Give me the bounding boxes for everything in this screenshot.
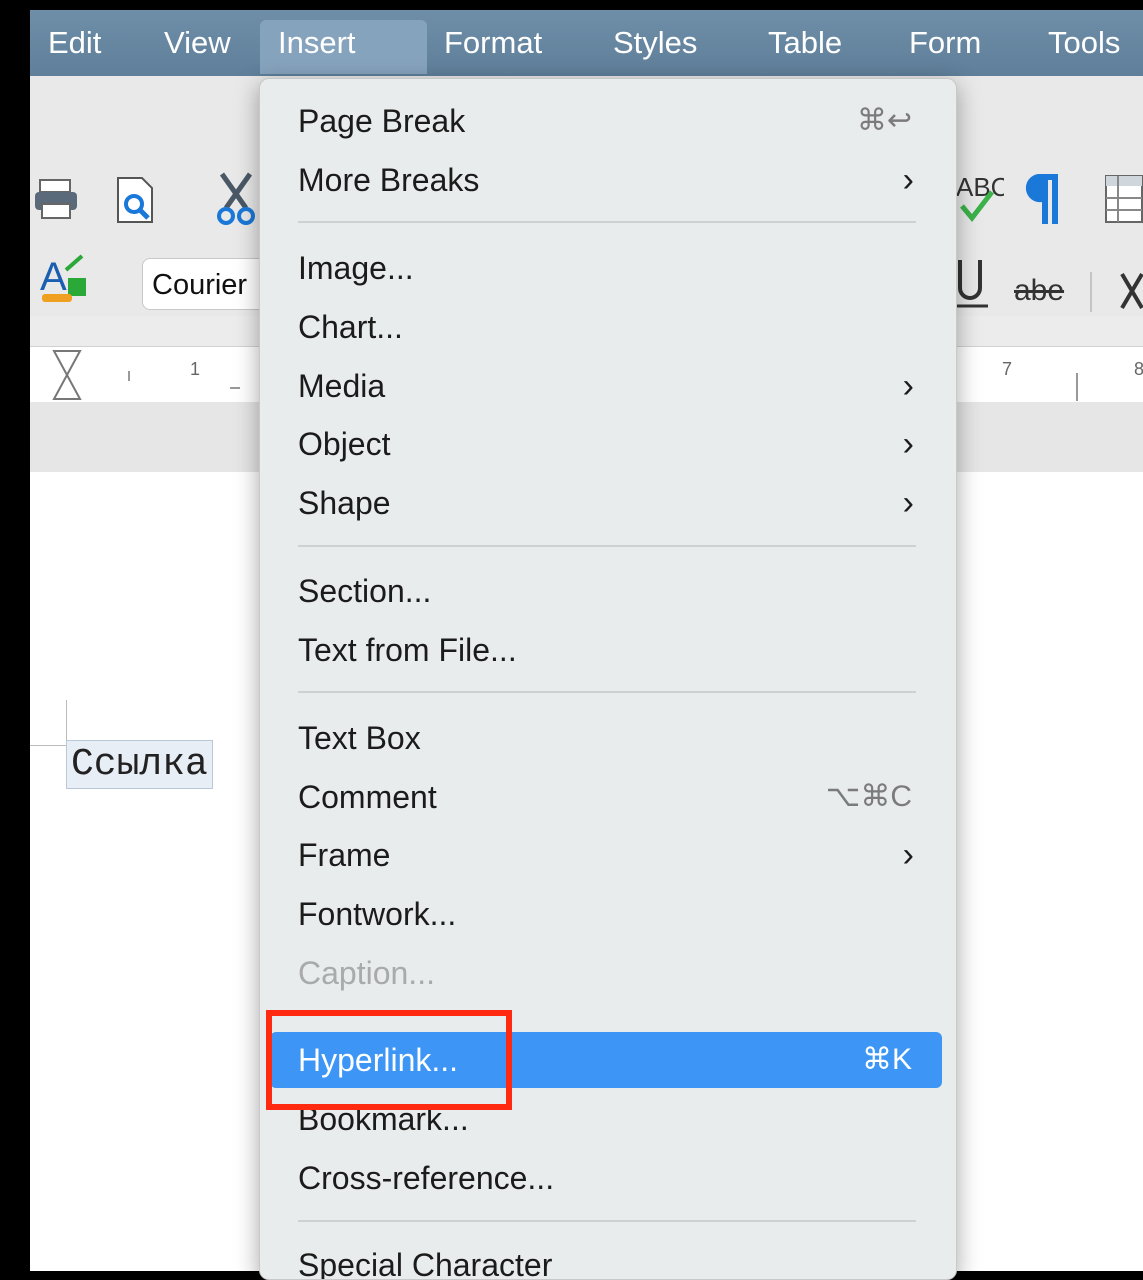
menu-item-fontwork[interactable]: Fontwork... <box>270 886 942 942</box>
toolbar-divider <box>1090 272 1092 312</box>
menu-item-special-character[interactable]: Special Character <box>270 1237 942 1280</box>
menu-item-label: Frame <box>298 837 391 873</box>
menu-item-label: Caption... <box>298 955 435 991</box>
menu-item-label: Comment <box>298 779 437 815</box>
ruler-tick <box>230 387 240 389</box>
menu-item-comment[interactable]: Comment ⌥⌘C <box>270 769 942 825</box>
menu-item-label: Text from File... <box>298 632 517 668</box>
menu-item-label: Chart... <box>298 309 403 345</box>
menu-item-label: Media <box>298 368 386 404</box>
ruler-label-8: 8 <box>1134 359 1143 379</box>
cut-icon[interactable] <box>216 172 260 228</box>
formatting-marks-icon[interactable] <box>1022 170 1062 228</box>
superscript-icon[interactable] <box>1120 268 1143 316</box>
menu-item-section[interactable]: Section... <box>270 563 942 619</box>
menu-item-text-from-file[interactable]: Text from File... <box>270 622 942 678</box>
indent-marker-icon[interactable] <box>52 349 82 401</box>
menu-item-text-box[interactable]: Text Box <box>270 710 942 766</box>
menu-item-label: Shape <box>298 485 391 521</box>
menu-styles[interactable]: Styles <box>595 20 715 74</box>
menu-bar: Edit View Insert Format Styles Table For… <box>30 10 1143 76</box>
shortcut-label: ⌘K <box>861 1043 912 1076</box>
text-boundary-line <box>30 745 66 746</box>
menu-item-label: More Breaks <box>298 162 480 198</box>
menu-item-shape[interactable]: Shape › <box>270 475 942 531</box>
underline-icon[interactable] <box>952 254 992 318</box>
spelling-abc-text: ABC <box>956 172 1004 202</box>
menu-separator <box>298 1220 916 1222</box>
menu-item-label: Page Break <box>298 103 466 139</box>
menu-item-label: Special Character <box>298 1247 553 1280</box>
chevron-right-icon: › <box>902 836 914 874</box>
menu-item-media[interactable]: Media › <box>270 358 942 414</box>
menu-item-chart[interactable]: Chart... <box>270 299 942 355</box>
ruler-label-7: 7 <box>1002 359 1013 379</box>
menu-item-object[interactable]: Object › <box>270 416 942 472</box>
insert-table-icon[interactable] <box>1104 174 1143 224</box>
menu-item-page-break[interactable]: Page Break ⌘↩ <box>270 93 942 149</box>
svg-text:A: A <box>40 255 67 299</box>
strikethrough-button[interactable]: abe <box>1014 274 1064 308</box>
menu-item-caption: Caption... <box>270 945 942 1001</box>
text-boundary-line <box>66 700 67 745</box>
ruler-label-1: 1 <box>190 359 201 379</box>
menu-separator <box>298 545 916 547</box>
menu-item-more-breaks[interactable]: More Breaks › <box>270 152 942 208</box>
menu-item-label: Fontwork... <box>298 896 457 932</box>
menu-item-label: Object <box>298 426 391 462</box>
selected-document-text[interactable]: Ссылка <box>66 740 213 789</box>
annotation-highlight-box <box>266 1010 512 1110</box>
menu-edit[interactable]: Edit <box>30 20 119 74</box>
menu-item-label: Text Box <box>298 720 421 756</box>
menu-item-label: Image... <box>298 250 414 286</box>
menu-item-image[interactable]: Image... <box>270 240 942 296</box>
ruler-tick <box>1076 373 1078 401</box>
menu-separator <box>298 691 916 693</box>
shortcut-label: ⌥⌘C <box>825 780 912 813</box>
shortcut-label: ⌘↩ <box>856 104 912 137</box>
print-icon[interactable] <box>34 178 80 222</box>
spelling-icon[interactable]: ABC <box>952 170 1004 226</box>
menu-item-cross-reference[interactable]: Cross-reference... <box>270 1150 942 1206</box>
menu-item-label: Cross-reference... <box>298 1160 555 1196</box>
menu-table[interactable]: Table <box>750 20 860 74</box>
ruler-tick <box>128 371 130 381</box>
chevron-right-icon: › <box>902 161 914 199</box>
chevron-right-icon: › <box>902 425 914 463</box>
menu-item-label: Section... <box>298 573 432 609</box>
character-style-icon[interactable]: A <box>38 250 94 306</box>
menu-item-frame[interactable]: Frame › <box>270 827 942 883</box>
menu-view[interactable]: View <box>146 20 249 74</box>
menu-form[interactable]: Form <box>891 20 999 74</box>
menu-tools[interactable]: Tools <box>1030 20 1138 74</box>
chevron-right-icon: › <box>902 484 914 522</box>
menu-separator <box>298 221 916 223</box>
chevron-right-icon: › <box>902 367 914 405</box>
menu-insert[interactable]: Insert <box>260 20 427 74</box>
print-preview-icon[interactable] <box>114 176 160 224</box>
menu-format[interactable]: Format <box>426 20 560 74</box>
